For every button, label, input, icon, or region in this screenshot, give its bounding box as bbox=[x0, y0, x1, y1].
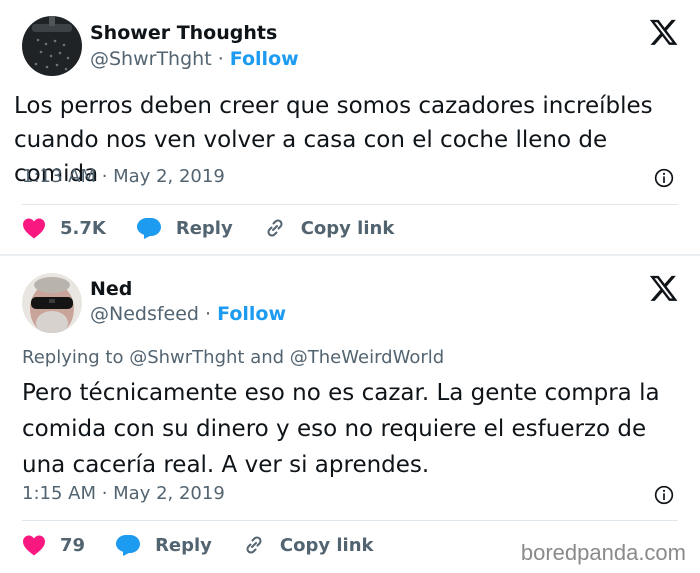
avatar[interactable] bbox=[22, 16, 82, 76]
mention-link[interactable]: @ShwrThght bbox=[129, 347, 244, 368]
handle-separator: · bbox=[199, 303, 218, 325]
x-logo-icon[interactable] bbox=[648, 18, 678, 48]
replying-prefix: Replying to bbox=[22, 347, 130, 368]
link-icon bbox=[246, 536, 262, 554]
heart-icon bbox=[23, 218, 45, 239]
reply-label: Reply bbox=[175, 217, 233, 239]
ned-avatar-icon bbox=[22, 273, 82, 333]
copy-link-label: Copy link bbox=[279, 534, 374, 556]
link-icon bbox=[267, 219, 283, 237]
reply-bubble-icon bbox=[136, 218, 161, 239]
divider bbox=[22, 204, 678, 205]
copy-link-button[interactable]: Copy link bbox=[242, 533, 374, 557]
author-handle-line: @ShwrThght · Follow bbox=[90, 48, 299, 70]
reply-label: Reply bbox=[155, 534, 212, 556]
tweet-card-2: Ned @Nedsfeed · Follow Replying to @Shwr… bbox=[0, 256, 700, 573]
shower-avatar-icon bbox=[22, 16, 82, 76]
reply-button[interactable]: Reply bbox=[136, 217, 233, 239]
copy-link-button[interactable]: Copy link bbox=[263, 216, 395, 240]
info-icon[interactable] bbox=[654, 168, 674, 188]
watermark: boredpanda.com bbox=[520, 540, 686, 565]
reply-bubble-icon bbox=[116, 535, 141, 556]
follow-button[interactable]: Follow bbox=[230, 48, 299, 70]
follow-button[interactable]: Follow bbox=[217, 303, 286, 325]
author-name[interactable]: Shower Thoughts bbox=[90, 22, 277, 44]
replying-to-line: Replying to @ShwrThght and @TheWeirdWorl… bbox=[22, 347, 444, 368]
author-handle-line: @Nedsfeed · Follow bbox=[90, 303, 286, 325]
info-icon[interactable] bbox=[654, 485, 674, 505]
author-handle[interactable]: @ShwrThght bbox=[90, 48, 212, 70]
author-handle[interactable]: @Nedsfeed bbox=[90, 303, 199, 325]
heart-icon bbox=[23, 535, 45, 556]
like-count: 5.7K bbox=[60, 217, 106, 239]
tweet-text: Pero técnicamente eso no es cazar. La ge… bbox=[22, 380, 660, 478]
like-button[interactable]: 79 bbox=[22, 534, 85, 556]
mention-link[interactable]: @TheWeirdWorld bbox=[290, 347, 444, 368]
avatar[interactable] bbox=[22, 273, 82, 333]
like-count: 79 bbox=[60, 534, 86, 556]
tweet-timestamp[interactable]: 1:15 AM · May 2, 2019 bbox=[22, 483, 225, 504]
divider bbox=[22, 520, 678, 521]
replying-and: and bbox=[244, 347, 290, 368]
reply-button[interactable]: Reply bbox=[115, 534, 212, 556]
x-logo-icon[interactable] bbox=[648, 274, 678, 304]
tweet-timestamp[interactable]: 1:13 AM · May 2, 2019 bbox=[22, 166, 225, 187]
action-bar: 79 Reply Copy link bbox=[22, 533, 404, 557]
author-name[interactable]: Ned bbox=[90, 278, 132, 300]
copy-link-label: Copy link bbox=[300, 217, 395, 239]
like-button[interactable]: 5.7K bbox=[22, 217, 106, 239]
tweet-card-1: Shower Thoughts @ShwrThght · Follow Los … bbox=[0, 0, 700, 254]
action-bar: 5.7K Reply Copy link bbox=[22, 216, 424, 240]
handle-separator: · bbox=[211, 48, 230, 70]
